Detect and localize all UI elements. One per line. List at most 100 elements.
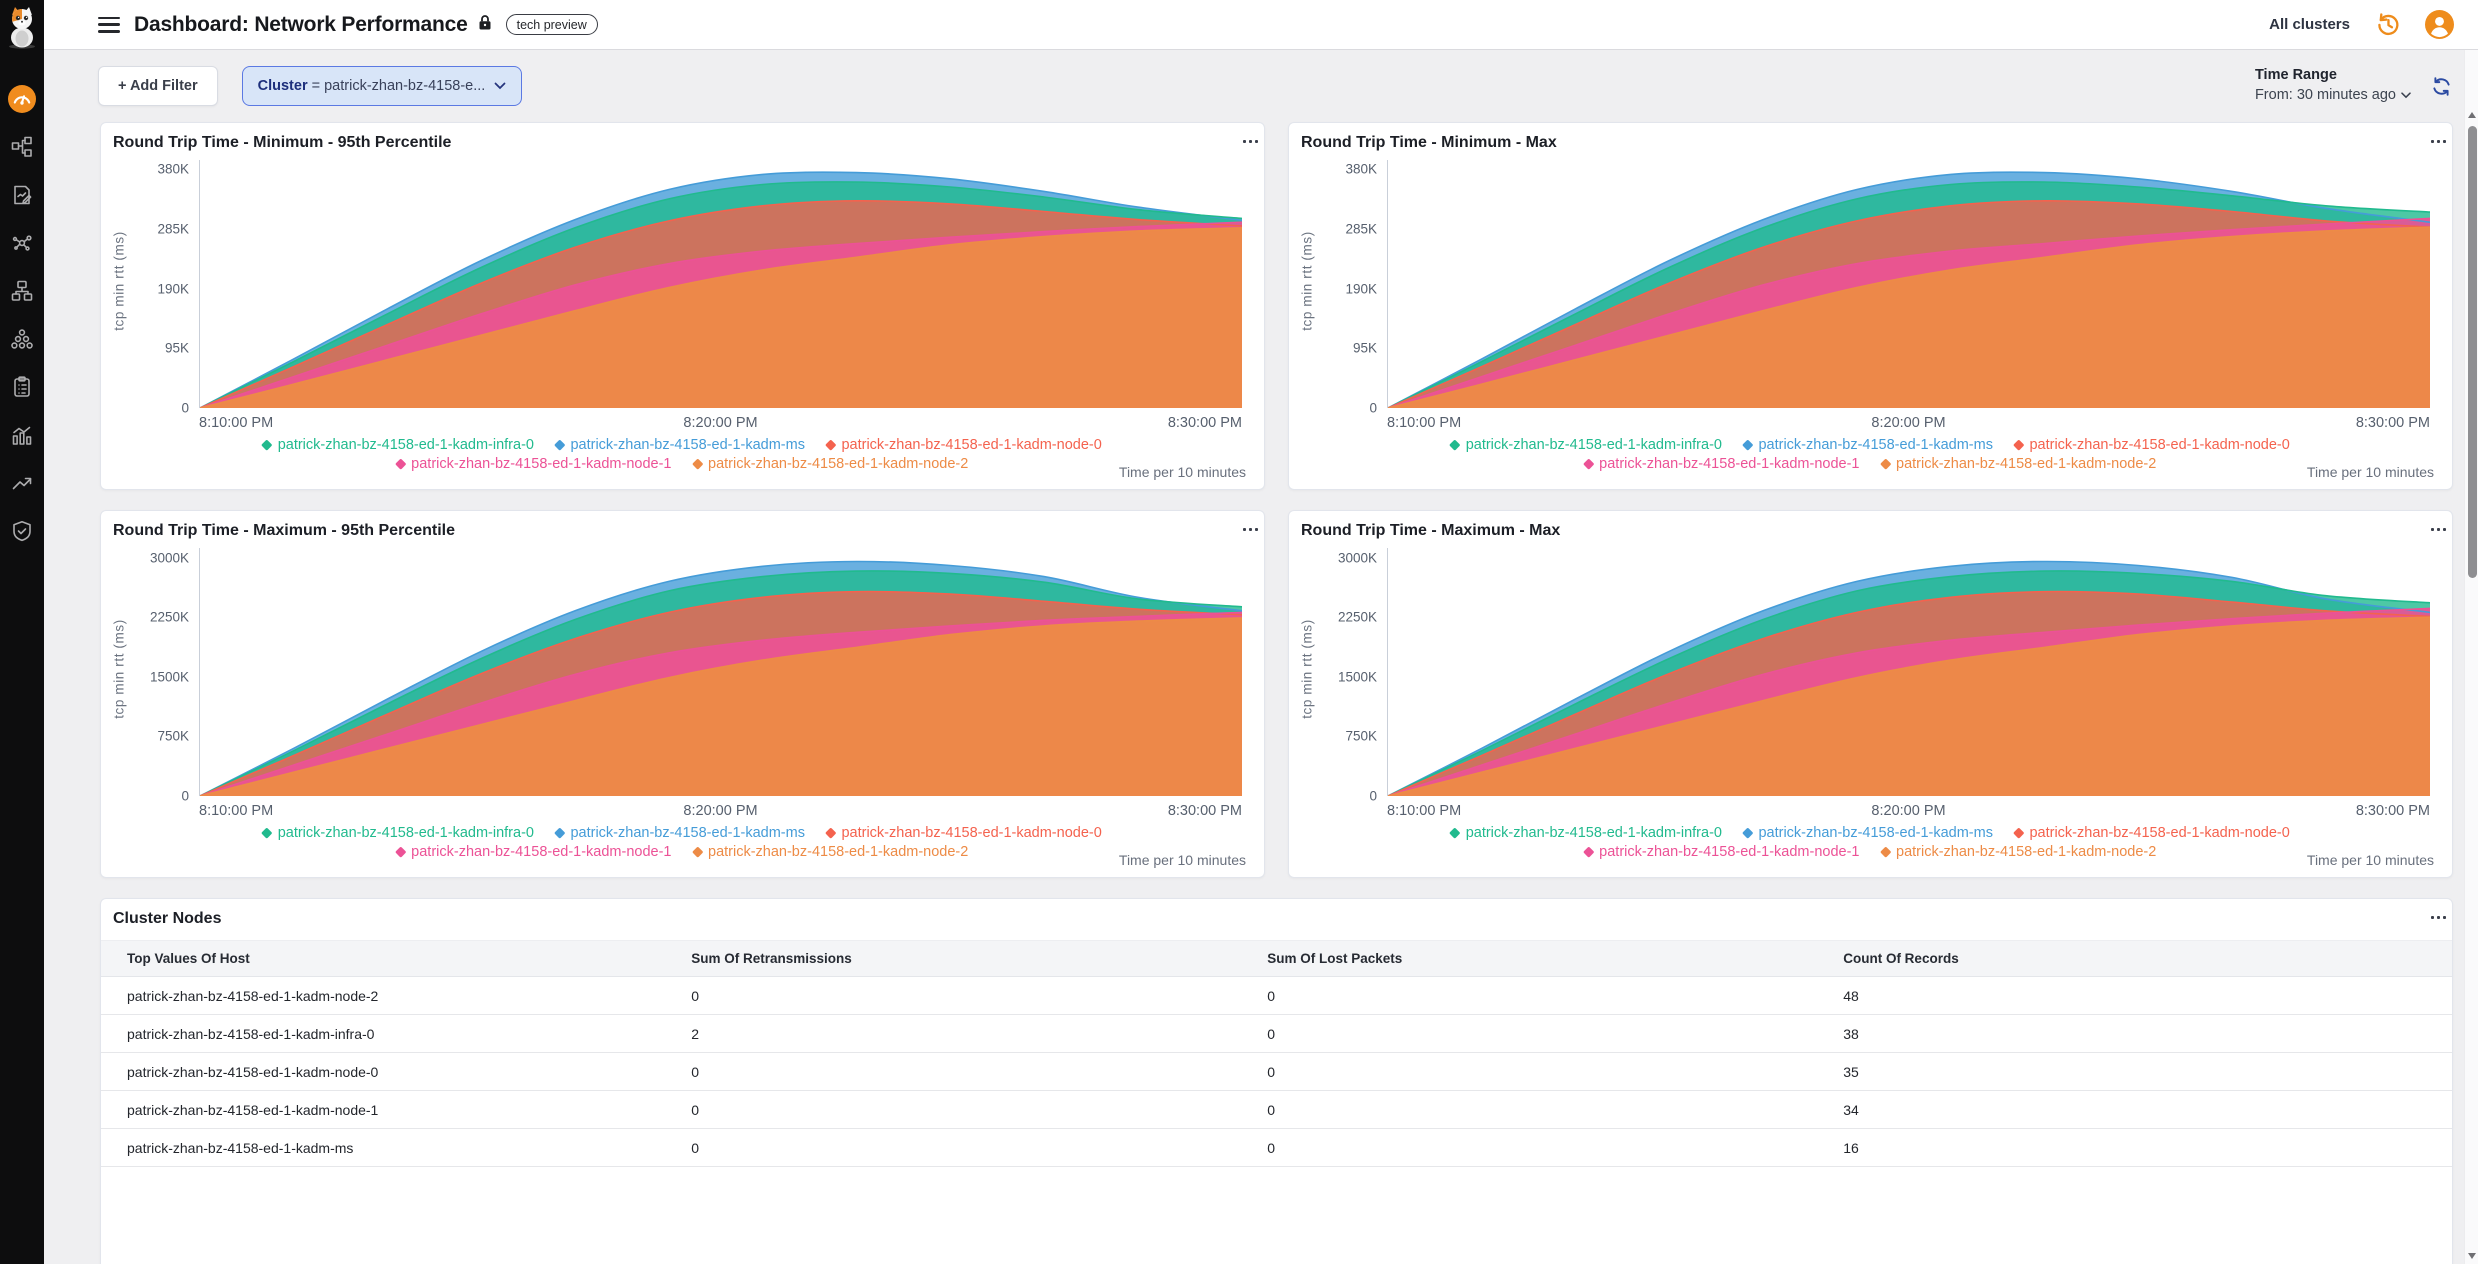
sidebar-item-trends[interactable] [0, 459, 44, 507]
legend-item[interactable]: patrick-zhan-bz-4158-ed-1-kadm-ms [1744, 825, 1993, 841]
value-cell: 48 [1817, 977, 2452, 1015]
cluster-nodes-panel: Cluster Nodes Top Values Of HostSum Of R… [100, 898, 2453, 1264]
chart-plot[interactable] [1387, 548, 2430, 796]
y-tick-label: 750K [1345, 729, 1377, 744]
sidebar-item-clusters[interactable] [0, 315, 44, 363]
y-tick-label: 0 [1369, 789, 1377, 804]
sidebar-item-hosts[interactable] [0, 267, 44, 315]
legend-item[interactable]: patrick-zhan-bz-4158-ed-1-kadm-infra-0 [263, 825, 534, 841]
legend-item[interactable]: patrick-zhan-bz-4158-ed-1-kadm-ms [556, 825, 805, 841]
table-column-header: Count Of Records [1817, 941, 2452, 977]
value-cell: 0 [1241, 977, 1817, 1015]
chart-legend: patrick-zhan-bz-4158-ed-1-kadm-infra-0 pa… [1289, 825, 2452, 860]
x-tick-label: 8:30:00 PM [1168, 415, 1242, 431]
legend-marker-icon [395, 847, 406, 858]
legend-label: patrick-zhan-bz-4158-ed-1-kadm-ms [570, 825, 805, 841]
chart-title: Round Trip Time - Minimum - Max [1301, 134, 1557, 152]
chart-plot[interactable] [1387, 160, 2430, 408]
value-cell: 35 [1817, 1053, 2452, 1091]
sidebar-item-reports[interactable] [0, 171, 44, 219]
chevron-down-icon [494, 82, 506, 90]
scroll-down-arrow[interactable] [2468, 1253, 2476, 1259]
time-range-control: Time Range From: 30 minutes ago [2255, 66, 2411, 105]
legend-item[interactable]: patrick-zhan-bz-4158-ed-1-kadm-node-1 [397, 844, 672, 860]
legend-marker-icon [1450, 828, 1461, 839]
legend-item[interactable]: patrick-zhan-bz-4158-ed-1-kadm-node-0 [827, 437, 1102, 453]
sidebar-item-dashboards[interactable] [0, 75, 44, 123]
legend-marker-icon [262, 440, 273, 451]
legend-marker-icon [2013, 440, 2024, 451]
legend-marker-icon [1450, 440, 1461, 451]
legend-item[interactable]: patrick-zhan-bz-4158-ed-1-kadm-node-0 [2015, 437, 2290, 453]
all-clusters-selector[interactable]: All clusters [2269, 16, 2350, 33]
legend-label: patrick-zhan-bz-4158-ed-1-kadm-node-0 [841, 437, 1101, 453]
legend-label: patrick-zhan-bz-4158-ed-1-kadm-infra-0 [278, 437, 534, 453]
legend-item[interactable]: patrick-zhan-bz-4158-ed-1-kadm-node-0 [2015, 825, 2290, 841]
clipboard-icon [11, 376, 33, 398]
legend-item[interactable]: patrick-zhan-bz-4158-ed-1-kadm-node-0 [827, 825, 1102, 841]
panel-options-button[interactable] [2429, 910, 2436, 925]
caret-down-icon [2401, 92, 2411, 99]
legend-item[interactable]: patrick-zhan-bz-4158-ed-1-kadm-infra-0 [1451, 825, 1722, 841]
panel-options-button[interactable] [1241, 522, 1248, 537]
legend-item[interactable]: patrick-zhan-bz-4158-ed-1-kadm-infra-0 [1451, 437, 1722, 453]
panel-options-button[interactable] [1241, 134, 1248, 149]
tech-preview-badge: tech preview [506, 14, 598, 35]
legend-label: patrick-zhan-bz-4158-ed-1-kadm-infra-0 [1466, 825, 1722, 841]
y-tick-label: 2250K [150, 610, 189, 625]
x-axis-footer: Time per 10 minutes [1119, 464, 1246, 480]
legend-item[interactable]: patrick-zhan-bz-4158-ed-1-kadm-node-1 [397, 456, 672, 472]
x-axis-footer: Time per 10 minutes [1119, 852, 1246, 868]
legend-item[interactable]: patrick-zhan-bz-4158-ed-1-kadm-ms [556, 437, 805, 453]
legend-marker-icon [395, 459, 406, 470]
legend-marker-icon [1880, 847, 1891, 858]
sidebar-item-policies[interactable] [0, 363, 44, 411]
x-tick-label: 8:20:00 PM [1871, 803, 1945, 819]
user-avatar[interactable] [2425, 10, 2454, 39]
panel-options-button[interactable] [2429, 522, 2436, 537]
sidebar-item-service-graph[interactable] [0, 219, 44, 267]
sidebar-item-analytics[interactable] [0, 411, 44, 459]
scrollbar-thumb[interactable] [2468, 126, 2477, 578]
legend-label: patrick-zhan-bz-4158-ed-1-kadm-node-1 [411, 456, 671, 472]
menu-icon[interactable] [98, 17, 120, 33]
legend-item[interactable]: patrick-zhan-bz-4158-ed-1-kadm-node-2 [1882, 844, 2157, 860]
y-axis-ticks: 3000K2250K1500K750K0 [129, 548, 199, 796]
chart-plot[interactable] [199, 548, 1242, 796]
sidebar-item-topology[interactable] [0, 123, 44, 171]
table-row: patrick-zhan-bz-4158-ed-1-kadm-node-1003… [101, 1091, 2452, 1129]
legend-item[interactable]: patrick-zhan-bz-4158-ed-1-kadm-ms [1744, 437, 1993, 453]
add-filter-button[interactable]: + Add Filter [98, 66, 218, 106]
y-axis-ticks: 3000K2250K1500K750K0 [1317, 548, 1387, 796]
table-title: Cluster Nodes [113, 910, 221, 928]
y-tick-label: 2250K [1338, 610, 1377, 625]
legend-label: patrick-zhan-bz-4158-ed-1-kadm-node-2 [1896, 456, 2156, 472]
legend-item[interactable]: patrick-zhan-bz-4158-ed-1-kadm-infra-0 [263, 437, 534, 453]
y-tick-label: 380K [1345, 162, 1377, 177]
time-range-value[interactable]: From: 30 minutes ago [2255, 86, 2411, 106]
x-tick-label: 8:30:00 PM [1168, 803, 1242, 819]
chart-panel: Round Trip Time - Maximum - Max tcp min … [1288, 510, 2453, 878]
chart-panel: Round Trip Time - Minimum - Max tcp min … [1288, 122, 2453, 490]
host-cell: patrick-zhan-bz-4158-ed-1-kadm-node-0 [101, 1053, 665, 1091]
scroll-up-arrow[interactable] [2468, 112, 2476, 118]
cluster-filter-chip[interactable]: Cluster = patrick-zhan-bz-4158-e... [242, 66, 523, 106]
legend-item[interactable]: patrick-zhan-bz-4158-ed-1-kadm-node-1 [1585, 456, 1860, 472]
legend-label: patrick-zhan-bz-4158-ed-1-kadm-node-0 [2029, 825, 2289, 841]
legend-marker-icon [2013, 828, 2024, 839]
sidebar-item-security[interactable] [0, 507, 44, 555]
legend-item[interactable]: patrick-zhan-bz-4158-ed-1-kadm-node-1 [1585, 844, 1860, 860]
legend-marker-icon [1742, 828, 1753, 839]
x-axis-footer: Time per 10 minutes [2307, 464, 2434, 480]
panel-options-button[interactable] [2429, 134, 2436, 149]
legend-item[interactable]: patrick-zhan-bz-4158-ed-1-kadm-node-2 [1882, 456, 2157, 472]
legend-item[interactable]: patrick-zhan-bz-4158-ed-1-kadm-node-2 [694, 456, 969, 472]
x-tick-label: 8:30:00 PM [2356, 803, 2430, 819]
history-icon[interactable] [2374, 11, 2401, 38]
chart-plot[interactable] [199, 160, 1242, 408]
x-tick-label: 8:30:00 PM [2356, 415, 2430, 431]
legend-item[interactable]: patrick-zhan-bz-4158-ed-1-kadm-node-2 [694, 844, 969, 860]
y-tick-label: 3000K [1338, 550, 1377, 565]
refresh-icon[interactable] [2431, 76, 2452, 97]
table-column-header: Top Values Of Host [101, 941, 665, 977]
